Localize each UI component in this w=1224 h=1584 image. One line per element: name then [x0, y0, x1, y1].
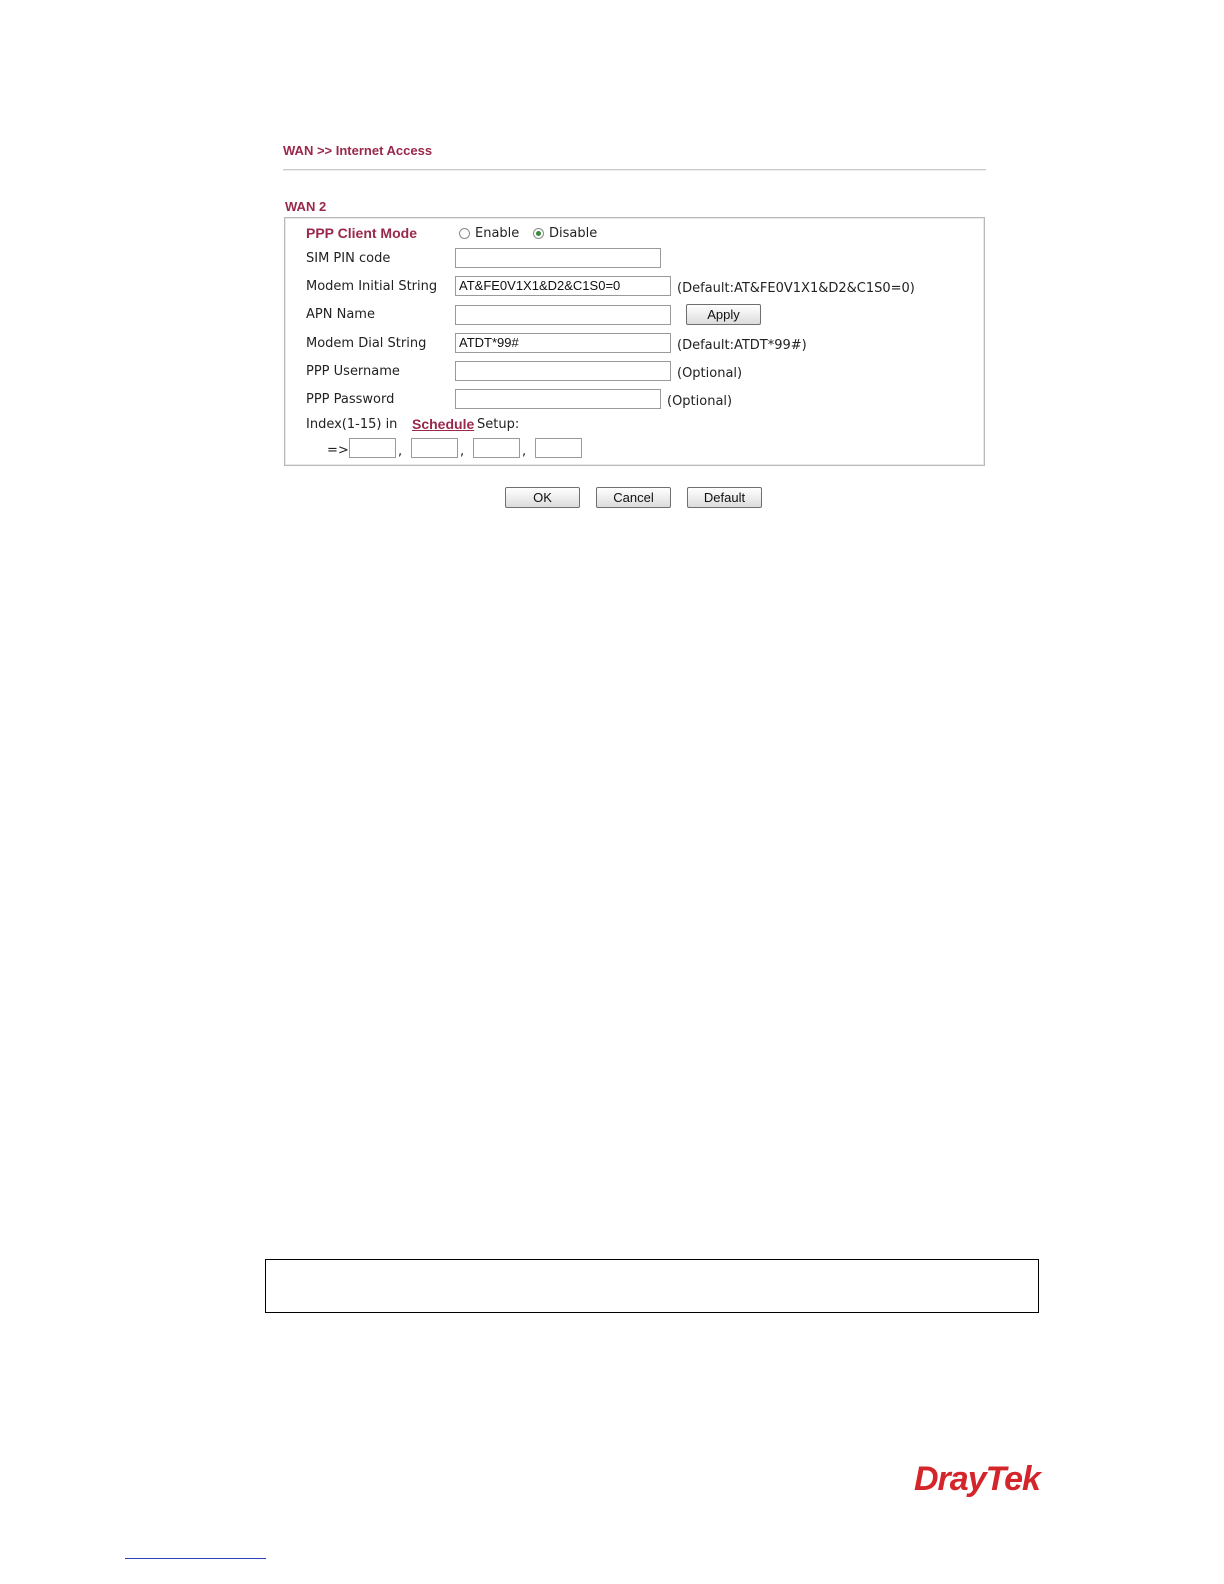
modem-dial-string-label: Modem Dial String — [306, 336, 427, 351]
ppp-username-input[interactable] — [455, 361, 671, 381]
schedule-link[interactable]: Schedule — [412, 416, 474, 432]
sim-pin-label: SIM PIN code — [306, 251, 391, 266]
apn-name-label: APN Name — [306, 307, 375, 322]
ppp-username-label: PPP Username — [306, 364, 400, 379]
schedule-index-1[interactable] — [349, 438, 396, 458]
ppp-password-label: PPP Password — [306, 392, 395, 407]
default-button[interactable]: Default — [687, 487, 762, 508]
apn-name-input[interactable] — [455, 305, 671, 325]
schedule-arrow: => — [327, 443, 349, 458]
footnote-rule — [125, 1558, 266, 1559]
schedule-index-2[interactable] — [411, 438, 458, 458]
ppp-password-input[interactable] — [455, 389, 661, 409]
sim-pin-input[interactable] — [455, 248, 661, 268]
schedule-separator: , — [398, 444, 403, 459]
ppp-enable-label: Enable — [475, 226, 520, 241]
cancel-button[interactable]: Cancel — [596, 487, 671, 508]
draytek-logo: DrayTek — [914, 1460, 1041, 1498]
schedule-index-3[interactable] — [473, 438, 520, 458]
schedule-index-4[interactable] — [535, 438, 582, 458]
ppp-enable-radio[interactable] — [459, 228, 470, 239]
schedule-separator: , — [460, 444, 465, 459]
ppp-disable-label: Disable — [549, 226, 598, 241]
ppp-client-mode-label: PPP Client Mode — [306, 225, 417, 241]
ppp-disable-radio[interactable] — [533, 228, 544, 239]
ok-button[interactable]: OK — [505, 487, 580, 508]
modem-dial-string-hint: (Default:ATDT*99#) — [677, 338, 807, 353]
section-title: WAN 2 — [285, 199, 327, 214]
ppp-password-hint: (Optional) — [667, 394, 733, 409]
modem-initial-string-label: Modem Initial String — [306, 279, 438, 294]
modem-dial-string-input[interactable]: ATDT*99# — [455, 333, 671, 353]
schedule-prefix: Index(1-15) in — [306, 417, 398, 432]
schedule-separator: , — [522, 444, 527, 459]
breadcrumb: WAN >> Internet Access — [283, 143, 433, 158]
divider — [283, 169, 986, 171]
ppp-username-hint: (Optional) — [677, 366, 743, 381]
note-box — [265, 1259, 1039, 1313]
modem-initial-string-hint: (Default:AT&FE0V1X1&D2&C1S0=0) — [677, 281, 915, 296]
schedule-suffix: Setup: — [477, 417, 520, 432]
apply-button[interactable]: Apply — [686, 304, 761, 325]
modem-initial-string-input[interactable]: AT&FE0V1X1&D2&C1S0=0 — [455, 276, 671, 296]
